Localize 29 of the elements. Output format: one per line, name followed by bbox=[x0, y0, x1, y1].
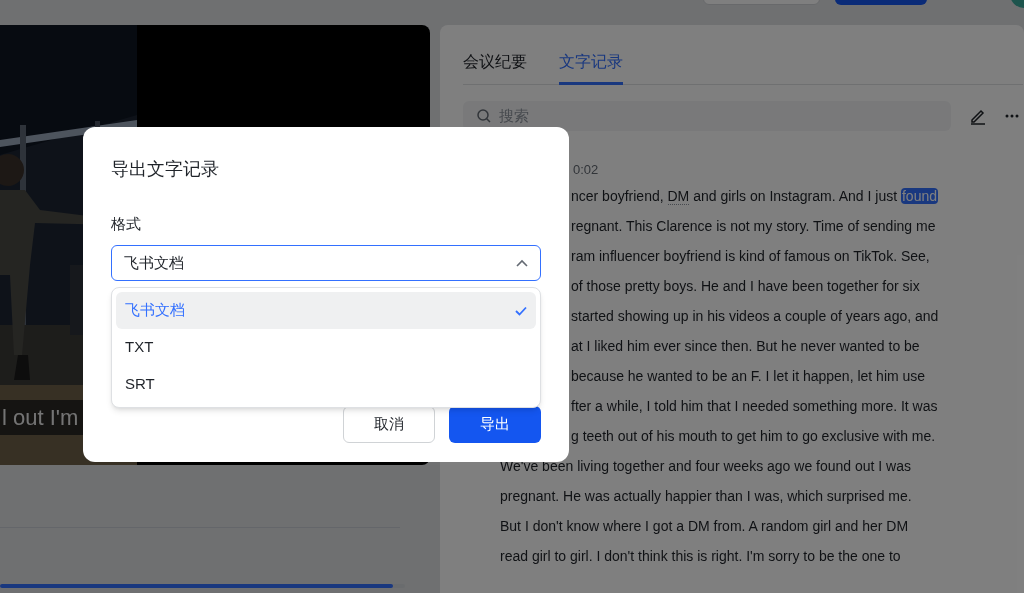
timestamp: 0:02 bbox=[573, 161, 599, 179]
search-icon bbox=[477, 109, 491, 123]
format-select[interactable]: 飞书文档 bbox=[111, 245, 541, 281]
edit-icon[interactable] bbox=[969, 107, 987, 125]
export-button[interactable]: 导出 bbox=[449, 406, 541, 443]
dropdown-option[interactable]: 飞书文档 bbox=[116, 292, 536, 329]
tab[interactable]: 会议纪要 bbox=[463, 45, 527, 85]
cancel-button[interactable]: 取消 bbox=[343, 406, 435, 443]
transcript-line: pregnant. He was actually happier than I was, which surprised me. bbox=[500, 487, 912, 506]
transcript-line: of those pretty boys. He and I have been together for six bbox=[571, 277, 920, 296]
field-label: 格式 bbox=[111, 214, 141, 234]
transcript-line: regnant. This Clarence is not my story. Time of sending me bbox=[571, 217, 936, 236]
transcript-line: read girl to girl. I don't think this is right. I'm sorry to be the one to bbox=[500, 547, 901, 566]
subtitle: l out I'm bbox=[1, 404, 80, 432]
more-icon[interactable] bbox=[1005, 114, 1019, 118]
transcript-line: at I liked him ever since then. But he never wanted to be bbox=[571, 337, 920, 356]
transcript-line: ncer boyfriend, DM and girls on Instagram. And I just found bbox=[571, 187, 938, 207]
dropdown-option[interactable]: TXT bbox=[116, 329, 536, 366]
transcript-line: We've been living together and four weeks ago we found out I was bbox=[500, 457, 911, 476]
transcript-line: But I don't know where I got a DM from. A random girl and her DM bbox=[500, 517, 909, 536]
dialog-title: 导出文字记录 bbox=[111, 158, 219, 181]
transcript-line: started showing up in his videos a couple of years ago, and bbox=[571, 307, 939, 326]
transcript-line: because he wanted to be an F. I let it happen, let him use bbox=[571, 367, 926, 386]
transcript-line: ram influencer boyfriend is kind of famous on TikTok. See, bbox=[571, 247, 930, 266]
transcript-line: g teeth out of his mouth to get him to go exclusive with me. bbox=[571, 427, 936, 446]
dropdown-option[interactable]: SRT bbox=[116, 366, 536, 403]
chevron-up-icon bbox=[516, 259, 528, 267]
check-icon bbox=[515, 305, 527, 316]
transcript-line: fter a while, I told him that I needed something more. It was bbox=[571, 397, 938, 416]
